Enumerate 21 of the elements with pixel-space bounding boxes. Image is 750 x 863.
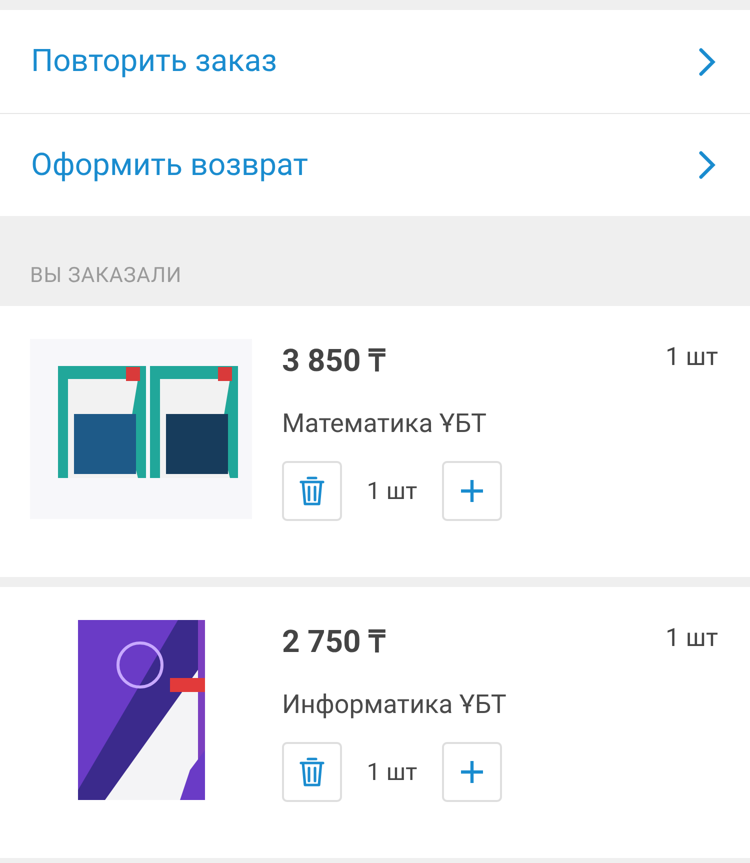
price: 2 750 ₸ (282, 622, 386, 662)
quantity: 1 шт (665, 623, 718, 655)
price: 3 850 ₸ (282, 341, 386, 381)
delete-button[interactable] (282, 461, 342, 521)
product-name: Математика ҰБТ (282, 408, 488, 441)
stepper-count: 1 шт (366, 757, 418, 788)
plus-icon (459, 759, 485, 785)
section-heading: ВЫ ЗАКАЗАЛИ (30, 262, 182, 290)
add-button[interactable] (442, 461, 502, 521)
stepper-count: 1 шт (366, 476, 418, 507)
trash-icon (299, 475, 325, 507)
delete-button[interactable] (282, 742, 342, 802)
trash-icon (299, 756, 325, 788)
menu-row[interactable]: Оформить возврат (0, 113, 750, 216)
product-name: Информатика ҰБТ (282, 689, 508, 722)
chevron-right-icon (698, 150, 716, 180)
add-button[interactable] (442, 742, 502, 802)
quantity: 1 шт (665, 342, 718, 374)
plus-icon (459, 478, 485, 504)
menu-row[interactable]: Повторить заказ (0, 10, 750, 113)
chevron-right-icon (698, 46, 716, 76)
